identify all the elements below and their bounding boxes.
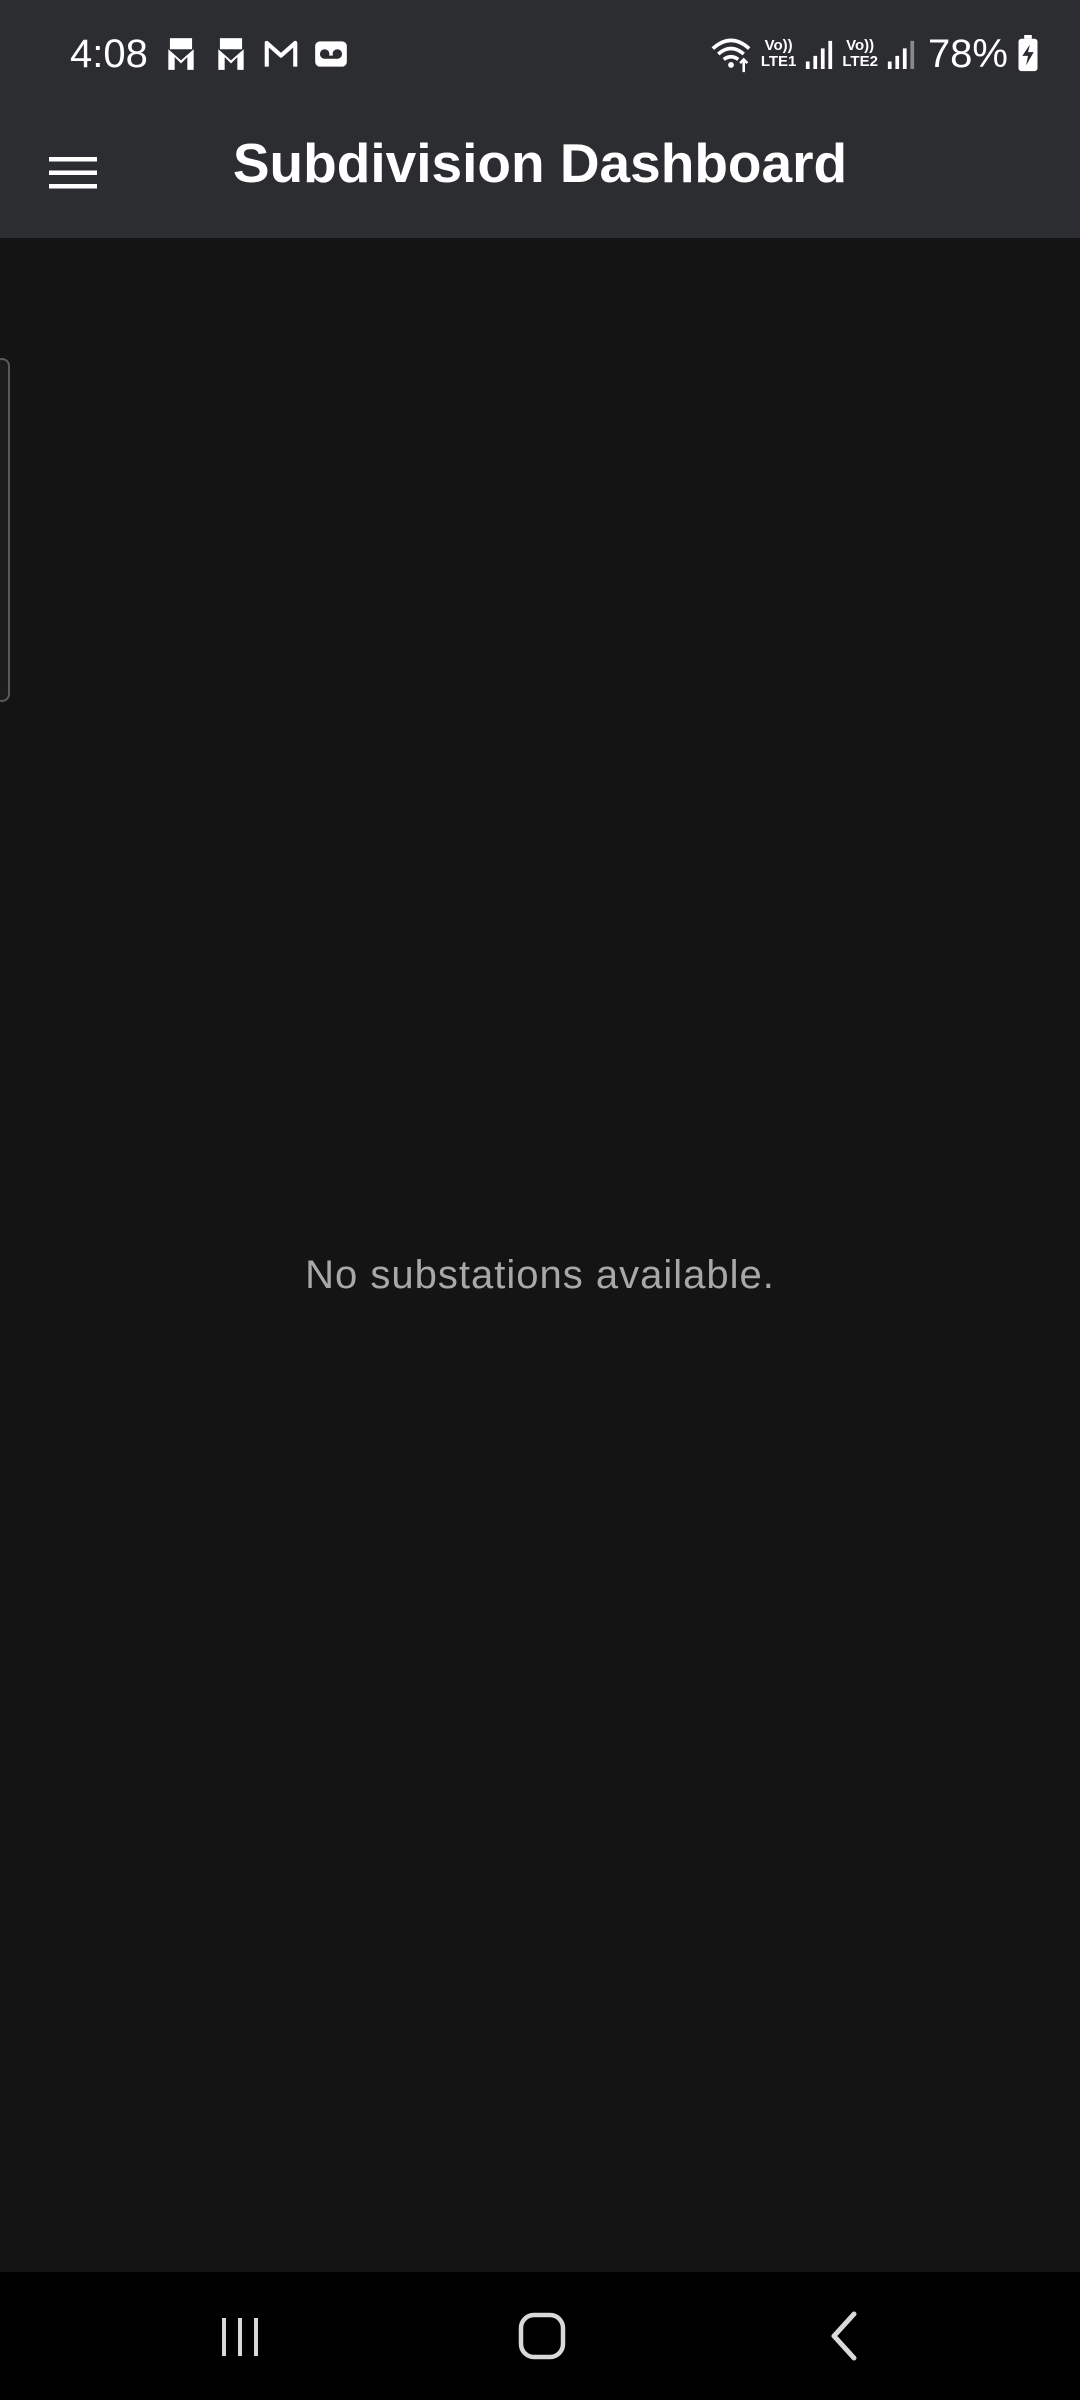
sim1-network-label: Vo)) LTE1 <box>761 38 797 70</box>
system-status-icons: Vo)) LTE1 Vo)) LTE2 78% <box>709 26 1040 82</box>
battery-percentage: 78% <box>927 31 1008 76</box>
gmail-icon <box>264 40 298 67</box>
sim2-volte-text: Vo)) <box>846 37 875 54</box>
empty-state-message: No substations available. <box>305 1253 775 1297</box>
app-bar: Subdivision Dashboard <box>0 108 1080 238</box>
notification-icons <box>162 34 350 74</box>
status-bar: 4:08 Vo)) LTE1 Vo)) LTE2 78% <box>0 0 1080 108</box>
sim1-lte-text: LTE1 <box>760 53 797 70</box>
recents-button[interactable] <box>180 2296 300 2376</box>
wifi-icon <box>711 38 751 73</box>
back-button[interactable] <box>784 2296 904 2376</box>
signal-icon <box>887 40 915 69</box>
home-icon <box>518 2312 566 2360</box>
back-icon <box>831 2311 857 2361</box>
status-time: 4:08 <box>70 32 148 76</box>
gmail-alt-icon <box>168 38 194 70</box>
signal-icon <box>806 40 833 69</box>
recents-icon <box>222 2318 258 2356</box>
drawer-edge-handle[interactable] <box>0 358 10 702</box>
voicemail-icon <box>315 41 347 67</box>
battery-charging-icon <box>1018 35 1038 72</box>
main-content: No substations available. <box>0 238 1080 2272</box>
app-screen: 4:08 Vo)) LTE1 Vo)) LTE2 78% Subdivision… <box>0 0 1080 2400</box>
sim1-volte-text: Vo)) <box>764 37 793 54</box>
hamburger-menu-icon <box>49 157 97 189</box>
sim2-network-label: Vo)) LTE2 <box>842 38 878 70</box>
menu-button[interactable] <box>28 133 118 213</box>
page-title: Subdivision Dashboard <box>232 132 848 194</box>
navigation-bar <box>0 2272 1080 2400</box>
gmail-alt-icon <box>218 38 244 70</box>
sim2-lte-text: LTE2 <box>842 53 878 70</box>
home-button[interactable] <box>482 2296 602 2376</box>
